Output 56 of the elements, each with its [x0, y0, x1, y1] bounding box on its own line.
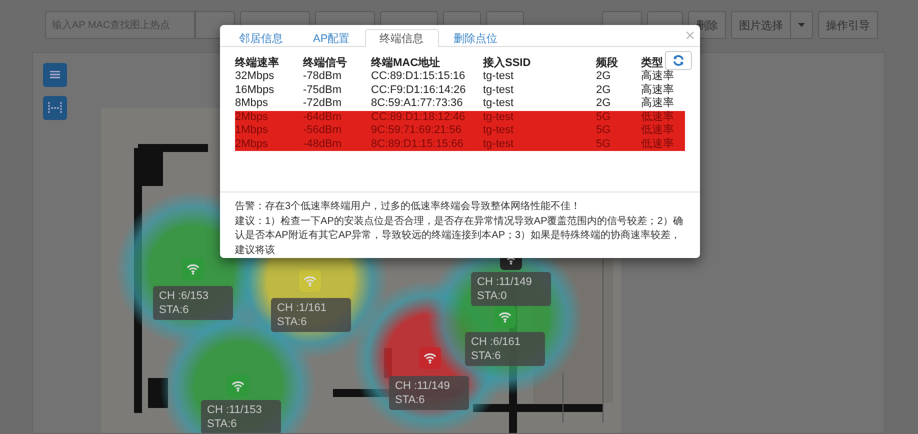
table-cell: tg-test	[483, 110, 596, 124]
table-cell: 8C:89:D1:15:15:66	[371, 138, 483, 151]
channel-text: CH :6/161	[471, 335, 522, 349]
table-cell-text: 16Mbps	[235, 84, 276, 97]
column-header: 终端信号	[303, 56, 348, 70]
station-count: STA:6	[277, 315, 308, 329]
table-cell-text: 2G	[596, 84, 612, 97]
suggestion-text: 建议：1）检查一下AP的安装点位是否合理，是否存在异常情况导致AP覆盖范围内的信号较差；2）确认是否本AP附近有其它AP异常，导致较远的终端连接到本AP；3）如果是特殊终端的协商速率较差，建议将该	[235, 214, 684, 258]
table-cell-text: tg-test	[483, 97, 515, 110]
column-header: 接入SSID	[483, 56, 532, 70]
table-cell: 5G	[596, 138, 641, 151]
alert-text: 告警：存在3个低速率终端用户，过多的低速率终端会导致整体网络性能不佳！	[235, 200, 582, 214]
table-cell: CC:89:D1:18:12:46	[371, 110, 483, 124]
table-cell: 低速率	[641, 138, 685, 151]
channel-text: CH :11/149	[395, 379, 451, 393]
channel-text: CH :1/161	[277, 301, 328, 315]
table-cell: 低速率	[641, 110, 685, 124]
table-cell: 9C:59:71:69:21:56	[371, 124, 483, 138]
station-count: STA:6	[395, 393, 426, 407]
column-header: 频段	[596, 56, 619, 70]
table-cell: tg-test	[483, 124, 596, 138]
table-cell: -48dBm	[303, 138, 371, 151]
table-cell: 2Mbps	[235, 138, 303, 151]
table-cell: 低速率	[641, 124, 685, 138]
column-header: 终端MAC地址	[371, 56, 442, 70]
table-cell-text: tg-test	[483, 70, 515, 84]
table-cell-text: -75dBm	[303, 84, 343, 97]
channel-text: CH :11/149	[477, 275, 533, 289]
table-cell-text: 高速率	[641, 70, 675, 84]
table-cell: CC:F9:D1:16:14:26	[371, 84, 483, 97]
column-header: 终端速率	[235, 56, 280, 70]
table-cell: 5G	[596, 110, 641, 124]
table-cell: 2Mbps	[235, 110, 303, 124]
station-count: STA:6	[207, 417, 238, 431]
table-cell-text: tg-test	[483, 84, 515, 97]
table-cell: -56dBm	[303, 124, 371, 138]
table-cell-text: 32Mbps	[235, 70, 276, 84]
table-cell: 5G	[596, 124, 641, 138]
station-count: STA:0	[477, 289, 508, 303]
table-cell: -64dBm	[303, 110, 371, 124]
station-count: STA:6	[159, 303, 190, 317]
channel-text: CH :6/153	[159, 289, 210, 303]
table-cell: 1Mbps	[235, 124, 303, 138]
table-cell-text: 8Mbps	[235, 97, 270, 110]
station-count: STA:6	[471, 349, 502, 363]
channel-text: CH :11/153	[207, 403, 263, 417]
table-cell-text: 2G	[596, 70, 612, 84]
table-cell-text: 高速率	[641, 97, 675, 110]
table-cell-text: -72dBm	[303, 97, 343, 110]
table-cell-text: 2G	[596, 97, 612, 110]
table-cell: tg-test	[483, 138, 596, 151]
table-cell: 8C:59:A1:77:73:36	[371, 97, 483, 110]
table-cell: CC:89:D1:15:15:16	[371, 70, 483, 84]
table-cell-text: 高速率	[641, 84, 675, 96]
column-header: 类型	[641, 56, 664, 70]
table-cell-text: -78dBm	[303, 70, 343, 84]
